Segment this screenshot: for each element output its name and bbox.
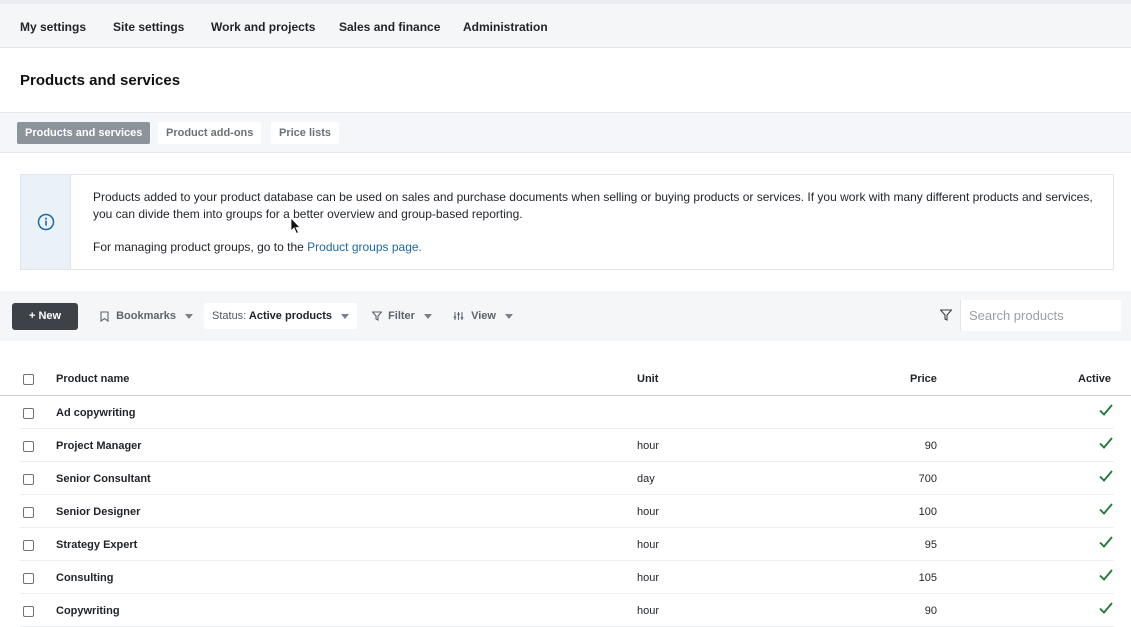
plus-icon: +: [28, 310, 36, 322]
status-dropdown[interactable]: Status: Active products: [204, 303, 358, 329]
tab-product-add-ons[interactable]: Product add-ons: [158, 122, 262, 144]
info-product-groups-prefix: For managing product groups, go to the: [93, 240, 308, 254]
product-price: 90: [924, 440, 937, 452]
column-header-price[interactable]: Price: [910, 373, 937, 385]
column-header-unit[interactable]: Unit: [637, 373, 658, 385]
table-row[interactable]: Senior Designer hour 100: [20, 495, 1114, 528]
product-name[interactable]: Senior Designer: [56, 506, 140, 518]
chevron-down-icon: [424, 313, 433, 319]
product-name[interactable]: Senior Consultant: [56, 473, 151, 485]
product-price: 105: [918, 572, 937, 584]
new-button[interactable]: + New: [12, 303, 78, 330]
select-all-checkbox[interactable]: [23, 374, 34, 385]
active-check-icon: [1099, 470, 1113, 482]
active-check-icon: [1099, 503, 1113, 515]
info-box-side: [21, 175, 71, 269]
active-check-icon: [1099, 437, 1113, 449]
product-name[interactable]: Project Manager: [56, 440, 142, 452]
column-header-active[interactable]: Active: [1078, 373, 1111, 385]
product-unit: hour: [637, 605, 660, 617]
search-input[interactable]: [961, 300, 1121, 331]
active-check-icon: [1099, 404, 1113, 416]
nav-item-sales-and-finance[interactable]: Sales and finance: [339, 20, 440, 34]
filter-dropdown[interactable]: Filter: [371, 303, 433, 329]
row-checkbox[interactable]: [23, 474, 34, 485]
nav-item-my-settings[interactable]: My settings: [20, 20, 86, 34]
product-name[interactable]: Copywriting: [56, 605, 120, 617]
search-box: [931, 300, 1121, 331]
view-dropdown[interactable]: View: [453, 303, 513, 329]
product-name[interactable]: Ad copywriting: [56, 407, 135, 419]
product-groups-link[interactable]: Product groups page.: [307, 240, 422, 254]
table-row[interactable]: Ad copywriting: [20, 396, 1114, 429]
table-row[interactable]: Copywriting hour 90: [20, 594, 1114, 627]
row-checkbox[interactable]: [23, 507, 34, 518]
row-checkbox[interactable]: [23, 606, 34, 617]
info-icon: [37, 213, 55, 231]
bookmark-icon: [100, 311, 109, 322]
product-name[interactable]: Consulting: [56, 572, 113, 584]
bookmarks-label: Bookmarks: [116, 310, 176, 322]
product-price: 90: [924, 605, 937, 617]
tab-price-lists[interactable]: Price lists: [271, 122, 339, 144]
active-check-icon: [1099, 536, 1113, 548]
top-navigation: My settings Site settings Work and proje…: [0, 4, 1131, 48]
product-name[interactable]: Strategy Expert: [56, 539, 137, 551]
tab-products-and-services[interactable]: Products and services: [17, 122, 151, 144]
filter-icon: [940, 309, 952, 321]
product-unit: hour: [637, 440, 660, 452]
nav-item-administration[interactable]: Administration: [463, 20, 548, 34]
row-checkbox[interactable]: [23, 441, 34, 452]
active-check-icon: [1099, 569, 1113, 581]
product-unit: day: [637, 473, 655, 485]
info-product-groups-line: For managing product groups, go to the P…: [93, 239, 422, 256]
table-row[interactable]: Strategy Expert hour 95: [20, 528, 1114, 561]
chevron-down-icon: [185, 313, 194, 319]
mouse-cursor-icon: [290, 217, 301, 235]
status-value: Active products: [248, 310, 333, 322]
product-unit: hour: [637, 506, 660, 518]
chevron-down-icon: [341, 313, 350, 319]
table-row[interactable]: Senior Consultant day 700: [20, 462, 1114, 495]
product-price: 100: [918, 506, 937, 518]
status-label: Status:: [212, 310, 247, 322]
nav-item-site-settings[interactable]: Site settings: [113, 20, 184, 34]
product-price: 700: [918, 473, 937, 485]
product-unit: hour: [637, 572, 660, 584]
table-row[interactable]: Project Manager hour 90: [20, 429, 1114, 462]
row-checkbox[interactable]: [23, 573, 34, 584]
product-unit: hour: [637, 539, 660, 551]
page-title: Products and services: [20, 72, 181, 89]
view-settings-icon: [453, 312, 464, 321]
nav-item-work-and-projects[interactable]: Work and projects: [211, 20, 315, 34]
column-header-product-name[interactable]: Product name: [56, 373, 129, 385]
table-header: Product name Unit Price Active: [0, 362, 1131, 396]
table-row[interactable]: Consulting hour 105: [20, 561, 1114, 594]
product-price: 95: [924, 539, 937, 551]
active-check-icon: [1099, 602, 1113, 614]
filter-icon: [371, 311, 383, 321]
view-label: View: [471, 310, 496, 322]
bookmarks-dropdown[interactable]: Bookmarks: [100, 303, 194, 329]
filter-label: Filter: [388, 310, 415, 322]
subtab-bar: Products and services Product add-ons Pr…: [0, 113, 1131, 153]
info-box: Products added to your product database …: [20, 174, 1114, 270]
row-checkbox[interactable]: [23, 540, 34, 551]
search-filter-button[interactable]: [931, 300, 961, 331]
info-description: Products added to your product database …: [93, 190, 1093, 221]
chevron-down-icon: [505, 313, 513, 319]
new-button-label: New: [38, 310, 62, 322]
row-checkbox[interactable]: [23, 408, 34, 419]
